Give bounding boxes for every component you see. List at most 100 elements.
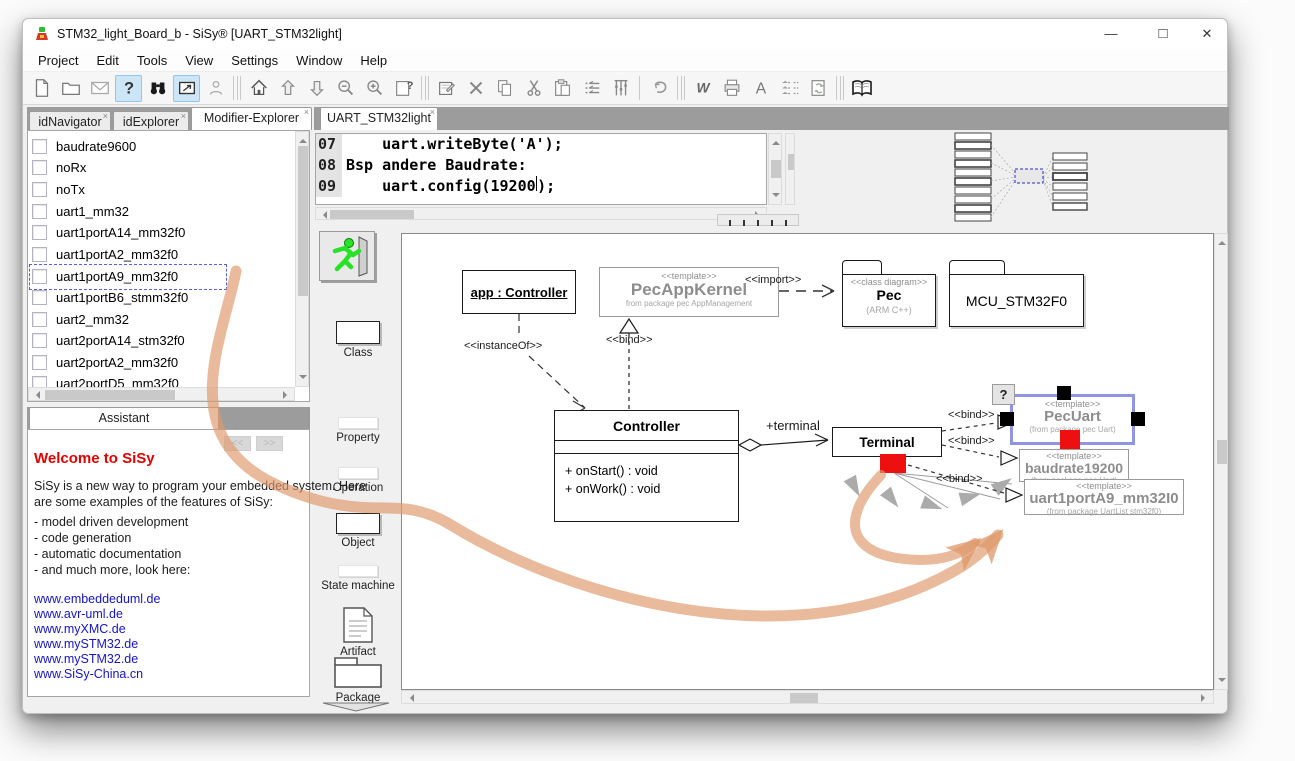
close-tab-icon[interactable]: × [304, 107, 309, 117]
checkbox[interactable] [32, 139, 47, 154]
font-icon[interactable]: A [747, 75, 774, 102]
code-editor[interactable]: 07 uart.writeByte('A'); 08Bsp andere Bau… [315, 133, 767, 205]
selection-handle-top[interactable] [1057, 386, 1071, 400]
undo-icon[interactable] [646, 75, 673, 102]
checkbox[interactable] [32, 333, 47, 348]
close-button[interactable]: ✕ [1186, 19, 1228, 49]
menu-window[interactable]: Window [287, 50, 351, 71]
checkbox[interactable] [32, 355, 47, 370]
palette-tool-artifact[interactable]: Artifact [323, 607, 393, 658]
list-item[interactable]: baudrate9600 [32, 136, 136, 157]
palette-tool-package[interactable]: Package [321, 655, 395, 704]
editor-splitter[interactable] [785, 133, 795, 205]
close-tab-icon[interactable]: × [103, 111, 108, 121]
list-hscrollbar[interactable] [28, 387, 295, 401]
menu-settings[interactable]: Settings [222, 50, 287, 71]
assistant-link[interactable]: www.myXMC.de [34, 622, 126, 638]
tab-assistant[interactable]: Assistant [29, 407, 219, 429]
close-tab-icon[interactable]: × [181, 111, 186, 121]
properties-icon[interactable] [433, 75, 460, 102]
menu-edit[interactable]: Edit [87, 50, 127, 71]
zoom-tick-slider[interactable] [717, 214, 799, 226]
editor-vscrollbar[interactable] [768, 133, 782, 205]
checkbox[interactable] [32, 247, 47, 262]
list-item[interactable]: uart1portB6_stmm32f0 [32, 287, 188, 308]
palette-expand-chevron[interactable] [321, 701, 391, 713]
uml-class-terminal[interactable]: Terminal [832, 427, 942, 457]
columns-icon[interactable] [607, 75, 634, 102]
checkbox[interactable] [32, 182, 47, 197]
terminal-connector-handle[interactable] [880, 454, 906, 473]
palette-tool-property[interactable]: Property [323, 417, 393, 444]
checkbox[interactable] [32, 204, 47, 219]
cut-icon[interactable] [520, 75, 547, 102]
uml-package-mcu-stm32f0[interactable]: MCU_STM32F0 [949, 260, 1084, 327]
print-icon[interactable] [718, 75, 745, 102]
assistant-next-button[interactable]: >> [256, 436, 283, 451]
close-tab-icon[interactable]: × [430, 107, 435, 117]
delete-icon[interactable] [462, 75, 489, 102]
copy-icon[interactable] [491, 75, 518, 102]
mail-icon[interactable] [86, 75, 113, 102]
zoom-in-icon[interactable] [361, 75, 388, 102]
palette-tool-class[interactable]: Class [323, 321, 393, 359]
list-item[interactable]: uart1portA14_mm32f0 [32, 222, 185, 243]
checkbox[interactable] [32, 225, 47, 240]
uml-object-app-controller[interactable]: app : Controller [462, 270, 576, 314]
navigate-up-icon[interactable] [274, 75, 301, 102]
tab-idexplorer[interactable]: idExplorer× [113, 111, 189, 130]
checkbox[interactable] [32, 269, 47, 284]
selection-handle-left[interactable] [1000, 412, 1014, 426]
paste-icon[interactable] [549, 75, 576, 102]
list-vscrollbar[interactable] [295, 131, 309, 387]
checkbox[interactable] [32, 312, 47, 327]
selection-handle-right[interactable] [1131, 412, 1145, 426]
list-item[interactable]: uart2_mm32 [32, 309, 129, 330]
home-icon[interactable] [245, 75, 272, 102]
list-item[interactable]: uart2portA14_stm32f0 [32, 330, 185, 351]
palette-tool-object[interactable]: Object [323, 513, 393, 549]
list-item[interactable]: noRx [32, 157, 86, 178]
menu-tools[interactable]: Tools [128, 50, 176, 71]
window-arrange-icon[interactable] [173, 75, 200, 102]
palette-tool-operation[interactable]: Operation [323, 467, 393, 494]
overview-minimap[interactable] [931, 131, 1115, 223]
tab-idnavigator[interactable]: idNavigator× [29, 111, 111, 130]
selection-handle-bottom-red[interactable] [1060, 430, 1080, 449]
search-binoculars-icon[interactable] [144, 75, 171, 102]
assistant-link[interactable]: www.embeddeduml.de [34, 592, 160, 608]
navigate-down-icon[interactable] [303, 75, 330, 102]
checkbox[interactable] [32, 160, 47, 175]
list-item[interactable]: noTx [32, 179, 85, 200]
checkbox[interactable] [32, 290, 47, 305]
assistant-link[interactable]: www.mySTM32.de [34, 637, 138, 653]
canvas-hscrollbar[interactable] [401, 690, 1214, 704]
uml-template-uart1porta9[interactable]: <<template>> uart1portA9_mm32I0 (from pa… [1024, 479, 1184, 515]
palette-tool-statemachine[interactable]: State machine [319, 565, 397, 592]
help-badge-button[interactable]: ? [992, 384, 1015, 405]
tab-modifier-explorer[interactable]: Modifier-Explorer× [191, 107, 312, 130]
document-refresh-icon[interactable] [805, 75, 832, 102]
help-icon[interactable]: ? [115, 75, 142, 102]
assistant-link[interactable]: www.SiSy-China.cn [34, 667, 143, 683]
book-icon[interactable] [848, 75, 875, 102]
uml-template-baudrate19200[interactable]: <<template>> baudrate19200 (from package… [1019, 449, 1129, 482]
uml-package-pec[interactable]: <<class diagram>> Pec (ARM C++) [842, 260, 936, 327]
tab-uart-stm32light[interactable]: UART_STM32light× [320, 107, 438, 130]
outline-list-icon[interactable] [578, 75, 605, 102]
new-document-icon[interactable] [28, 75, 55, 102]
list-item[interactable]: uart1portA2_mm32f0 [32, 244, 178, 265]
maximize-button[interactable]: □ [1142, 19, 1184, 49]
assistant-prev-button[interactable]: << [224, 436, 251, 451]
list-item-selected[interactable]: uart1portA9_mm32f0 [32, 266, 178, 287]
user-icon[interactable] [202, 75, 229, 102]
list-item[interactable]: uart2portA2_mm32f0 [32, 352, 178, 373]
run-tool-button[interactable] [319, 231, 375, 281]
menu-view[interactable]: View [176, 50, 222, 71]
uml-class-controller[interactable]: Controller + onStart() : void + onWork()… [554, 410, 739, 522]
canvas-vscrollbar[interactable] [1214, 233, 1228, 690]
editor-hscrollbar[interactable] [315, 207, 767, 220]
assistant-link[interactable]: www.mySTM32.de [34, 652, 138, 668]
assign-list-icon[interactable] [776, 75, 803, 102]
list-item[interactable]: uart1_mm32 [32, 201, 129, 222]
